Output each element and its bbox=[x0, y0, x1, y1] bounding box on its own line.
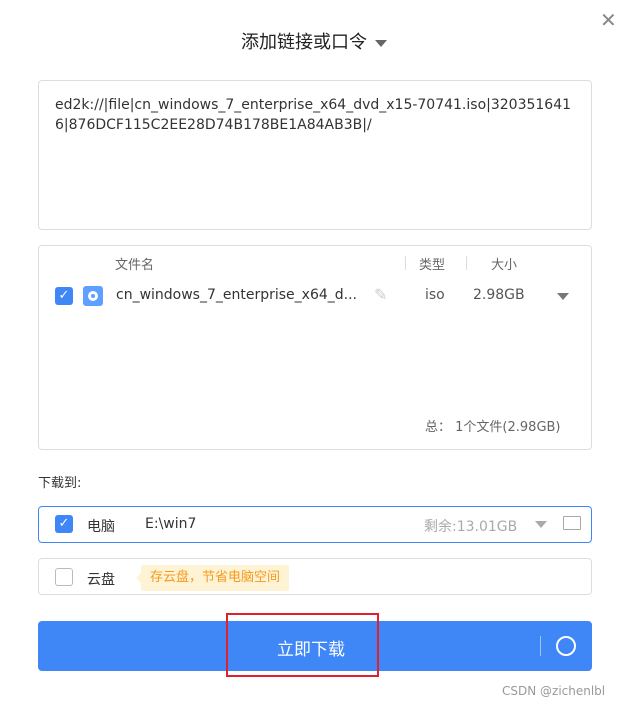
pc-label: 电脑 bbox=[87, 519, 115, 535]
path-dropdown-icon[interactable] bbox=[535, 521, 547, 528]
table-row: ✓ cn_windows_7_enterprise_x64_d... ✎ iso… bbox=[39, 284, 591, 308]
summary-value: 1个文件(2.98GB) bbox=[455, 420, 561, 435]
column-header-name: 文件名 bbox=[115, 258, 155, 273]
summary: 总： 1个文件(2.98GB) bbox=[425, 416, 561, 435]
pc-path[interactable]: E:\win7 bbox=[145, 516, 196, 532]
disc-icon bbox=[83, 286, 103, 306]
download-to-label: 下载到: bbox=[38, 476, 82, 491]
cloud-tip: 存云盘，节省电脑空间 bbox=[135, 565, 290, 591]
schedule-clock-icon[interactable] bbox=[556, 636, 576, 656]
file-table: 文件名 类型 大小 ✓ cn_windows_7_enterprise_x64_… bbox=[38, 245, 592, 450]
pc-checkbox[interactable]: ✓ bbox=[55, 515, 73, 533]
free-space: 剩余:13.01GB bbox=[424, 519, 518, 535]
column-header-size: 大小 bbox=[491, 258, 518, 273]
file-size: 2.98GB bbox=[473, 287, 525, 303]
cloud-destination[interactable]: 云盘 存云盘，节省电脑空间 bbox=[38, 558, 592, 595]
cloud-checkbox[interactable] bbox=[55, 568, 73, 586]
file-checkbox[interactable]: ✓ bbox=[55, 287, 73, 305]
watermark: CSDN @zichenlbl bbox=[502, 684, 606, 698]
column-header-type: 类型 bbox=[419, 258, 446, 273]
divider bbox=[405, 256, 406, 270]
pc-destination[interactable]: ✓ 电脑 E:\win7 剩余:13.01GB bbox=[38, 506, 592, 543]
file-type: iso bbox=[425, 287, 445, 303]
edit-icon[interactable]: ✎ bbox=[374, 285, 387, 304]
summary-label: 总： bbox=[425, 420, 452, 435]
divider bbox=[540, 636, 541, 656]
divider bbox=[466, 256, 467, 270]
chevron-down-icon bbox=[375, 39, 387, 47]
expand-icon[interactable] bbox=[557, 293, 569, 300]
file-name: cn_windows_7_enterprise_x64_d... bbox=[116, 287, 358, 303]
highlight-box bbox=[226, 613, 379, 677]
title-text: 添加链接或口令 bbox=[241, 32, 367, 53]
cloud-label: 云盘 bbox=[87, 572, 115, 588]
folder-icon[interactable] bbox=[563, 516, 581, 530]
link-input[interactable]: ed2k://|file|cn_windows_7_enterprise_x64… bbox=[38, 80, 592, 230]
dialog-title[interactable]: 添加链接或口令 bbox=[0, 28, 628, 54]
